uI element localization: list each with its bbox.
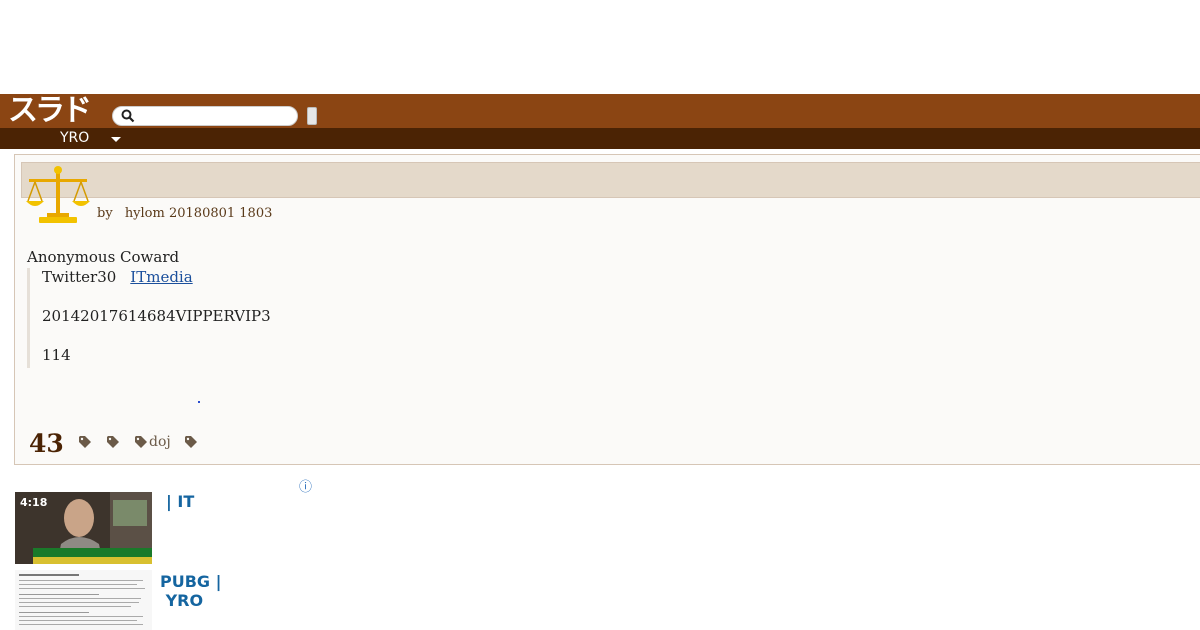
tag-icon [184, 436, 197, 448]
story-title-bar [21, 162, 1200, 198]
ad-thumbnail-video[interactable]: 4:18 [15, 492, 152, 564]
story-article: by hylom 20180801 1803 Anonymous Coward … [14, 154, 1200, 465]
tag-item[interactable] [107, 436, 121, 448]
ad-headline-2b[interactable]: YRO [160, 591, 204, 610]
tag-icon [107, 436, 119, 448]
byline-timestamp: 20180801 1803 [168, 206, 273, 221]
ad-headline-1[interactable]: | IT [166, 492, 194, 511]
search-input[interactable] [112, 106, 298, 126]
quote-line-1: Twitter30 ITmedia [42, 268, 271, 286]
quote-line-2: 20142017614684VIPPERVIP3 [42, 307, 271, 325]
ad-thumbnail-document[interactable] [15, 570, 152, 630]
search-icon [121, 109, 135, 123]
section-bar: YRO [0, 128, 1200, 149]
ad-headline-2a[interactable]: PUBG | [160, 572, 221, 591]
story-quote: Twitter30 ITmedia 20142017614684VIPPERVIP… [27, 268, 271, 368]
tag-item[interactable] [184, 436, 199, 448]
story-poster: Anonymous Coward [27, 248, 180, 266]
tag-icon [79, 436, 91, 448]
tag-item[interactable]: doj [135, 434, 171, 450]
search-button[interactable] [307, 107, 317, 125]
comment-count[interactable]: 43 [29, 429, 64, 458]
video-duration: 4:18 [20, 496, 48, 509]
section-label[interactable]: YRO [60, 130, 89, 146]
chevron-down-icon[interactable] [111, 137, 121, 142]
logo-text: スラド [8, 93, 92, 128]
scales-of-justice-icon[interactable] [25, 165, 91, 227]
site-logo[interactable]: スラド [8, 93, 92, 128]
quote-text-1: Twitter30 [42, 268, 117, 286]
tag-label: doj [149, 434, 171, 450]
itmedia-link[interactable]: ITmedia [130, 268, 192, 286]
tag-list: doj [79, 434, 213, 450]
tag-item[interactable] [79, 436, 93, 448]
tag-icon [135, 436, 147, 448]
byline-author[interactable]: hylom [125, 206, 165, 221]
header-bar: スラド [0, 94, 1200, 128]
sponsored-ad-box: ⓘ 4:18 | IT PUBG | YRO [14, 476, 314, 630]
byline-by-label: by [97, 206, 113, 221]
story-byline: by hylom 20180801 1803 [97, 206, 272, 221]
top-ad-space [0, 0, 1200, 94]
inline-marker [198, 401, 200, 403]
document-thumbnail-image [15, 570, 152, 630]
ad-info-icon[interactable]: ⓘ [299, 476, 312, 495]
quote-line-3: 114 [42, 346, 71, 364]
